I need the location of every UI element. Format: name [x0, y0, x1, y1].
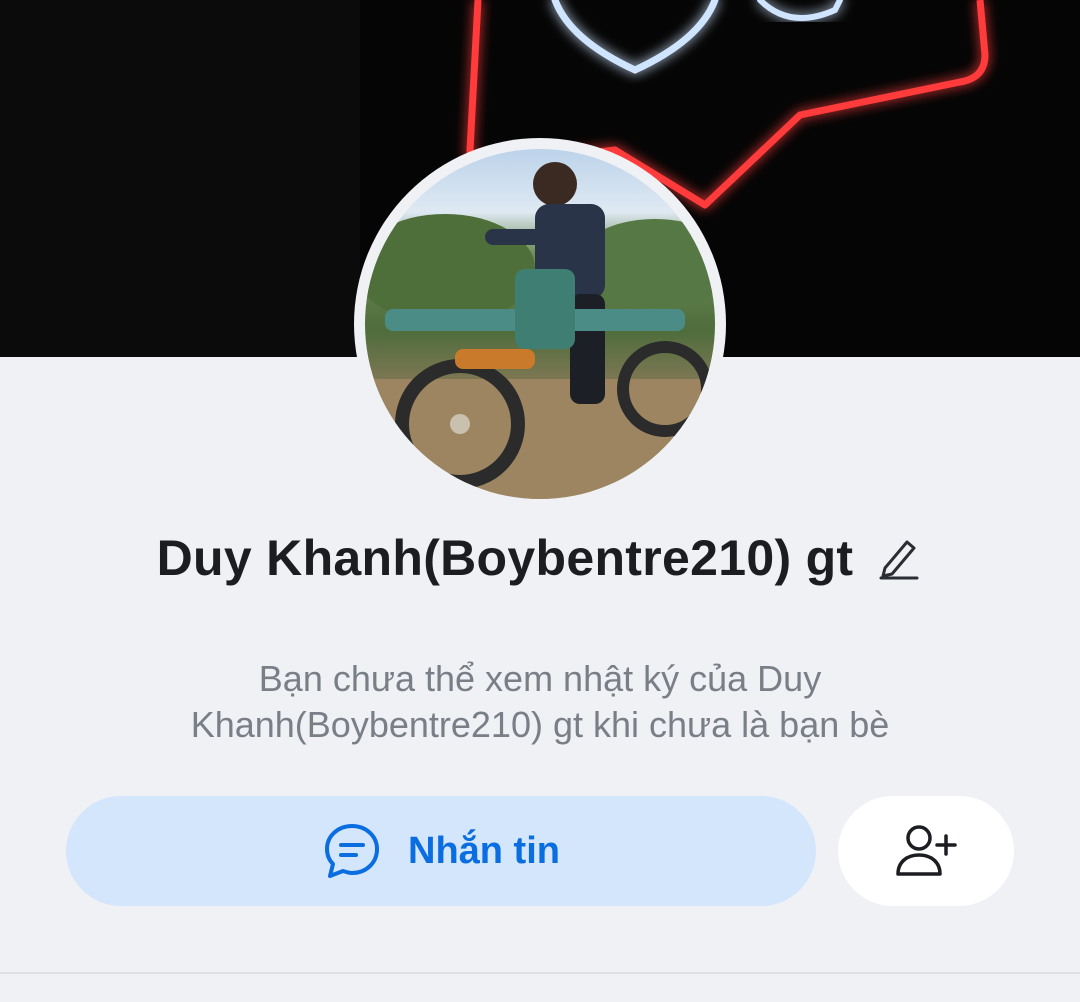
add-friend-icon [896, 825, 957, 876]
avatar-frame [354, 138, 726, 510]
private-timeline-notice: Bạn chưa thể xem nhật ký của Duy Khanh(B… [190, 658, 890, 745]
message-button-label: Nhắn tin [408, 829, 560, 872]
divider [0, 972, 1080, 974]
message-button[interactable]: Nhắn tin [66, 796, 816, 906]
profile-name-row: Duy Khanh(Boybentre210) gt [0, 520, 1080, 596]
avatar-photo [365, 162, 715, 499]
avatar[interactable] [365, 149, 715, 499]
profile-name: Duy Khanh(Boybentre210) gt [156, 530, 854, 586]
pencil-icon [879, 540, 919, 580]
edit-name-button[interactable] [875, 534, 923, 582]
chat-bubble-icon [322, 821, 382, 881]
add-friend-button[interactable] [838, 796, 1014, 906]
